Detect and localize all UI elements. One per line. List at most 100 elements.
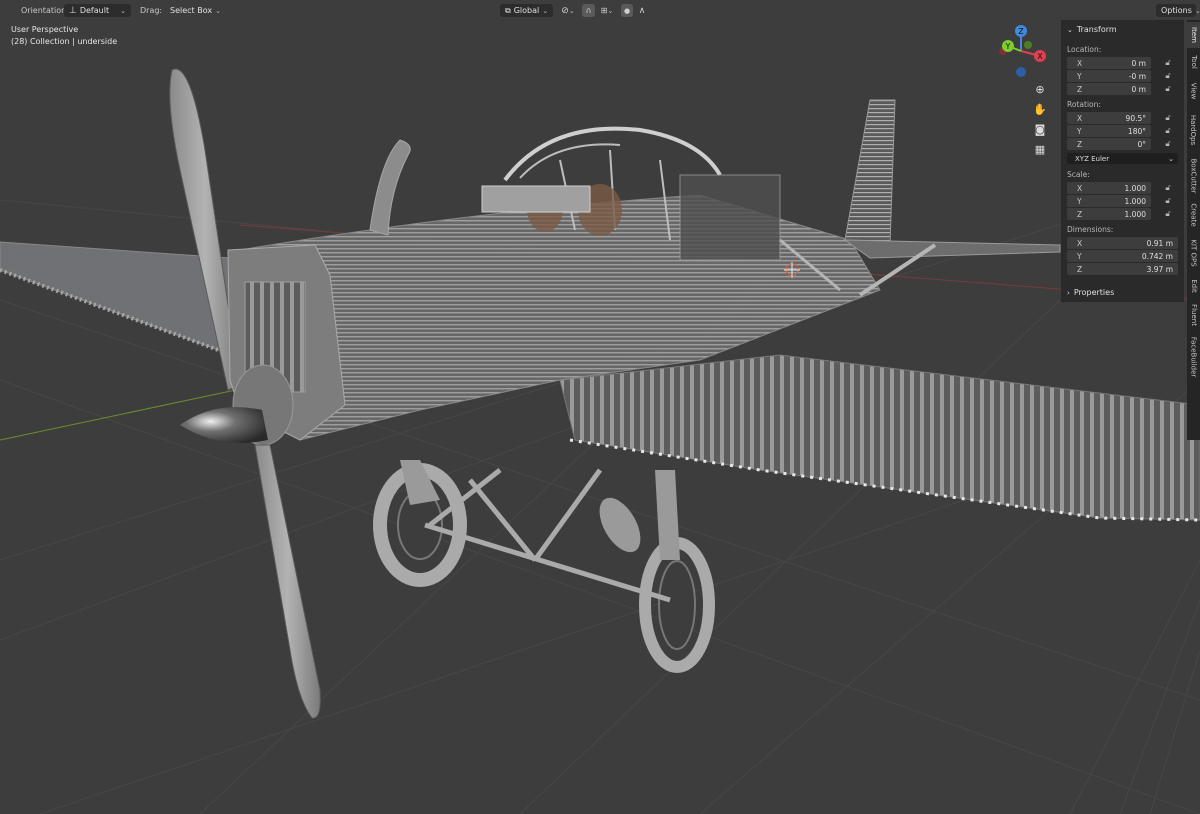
location-z-field[interactable]: Z 0 m — [1067, 83, 1151, 95]
lock-icon[interactable]: 🔓︎ — [1163, 84, 1173, 94]
proportional-editing-toggle[interactable]: ● — [621, 4, 633, 17]
tab-fluent[interactable]: Fluent — [1187, 300, 1200, 330]
tab-view[interactable]: View — [1187, 78, 1200, 104]
chevron-down-icon: ⌄ — [1168, 154, 1174, 163]
view-name-text: User Perspective — [11, 25, 79, 34]
navigation-gizmo[interactable]: Z X Y — [994, 24, 1050, 84]
dimensions-z-value: 3.97 m — [1146, 264, 1173, 274]
chevron-down-icon: ⌄ — [215, 6, 221, 15]
shock-absorber — [599, 497, 641, 553]
camera-icon: ◙ — [1034, 122, 1046, 136]
zoom-magnifier-icon: ⊕ — [1035, 82, 1045, 96]
propeller-blade-lower — [254, 444, 321, 719]
axis-label: Y — [1077, 71, 1082, 81]
rotation-y-field[interactable]: Y 180° — [1067, 125, 1151, 137]
tab-label: Tool — [1189, 55, 1198, 69]
tab-label: HardOps — [1189, 114, 1198, 146]
gizmo-x-label: X — [1037, 52, 1043, 61]
windshield — [481, 185, 591, 213]
dimensions-z-field[interactable]: Z 3.97 m — [1067, 263, 1178, 275]
camera-view-button[interactable]: ◙ — [1031, 121, 1049, 137]
orientation-value: Default — [79, 6, 110, 15]
3d-viewport[interactable]: Orientation: ⊥ Default ⌄ Drag: Select Bo… — [0, 0, 1200, 814]
magnet-icon: ∩ — [585, 6, 592, 15]
snap-toggle[interactable]: ∩ — [582, 4, 595, 17]
rotation-z-field[interactable]: Z 0° — [1067, 138, 1151, 150]
chevron-down-icon: ⌄ — [607, 6, 614, 15]
tab-label: View — [1189, 82, 1198, 100]
transform-orientation-dropdown[interactable]: ⧉ Global ⌄ — [500, 4, 553, 17]
proportional-edit-icon: ● — [623, 6, 631, 15]
properties-panel-header[interactable]: › Properties — [1067, 288, 1114, 297]
tail-fin — [844, 99, 896, 246]
axis-label: Y — [1077, 251, 1082, 261]
tab-tool[interactable]: Tool — [1187, 50, 1200, 74]
ortho-toggle-button[interactable]: ▦ — [1031, 141, 1049, 157]
snap-target-button[interactable]: ⊞ ⌄ — [597, 4, 617, 17]
gizmo-y-label: Y — [1005, 42, 1011, 51]
tab-item[interactable]: Item — [1187, 22, 1200, 48]
location-z-value: 0 m — [1131, 84, 1146, 94]
orientation-dropdown[interactable]: ⊥ Default ⌄ — [64, 4, 131, 17]
axis-label: X — [1077, 183, 1083, 193]
scale-y-field[interactable]: Y 1.000 — [1067, 195, 1151, 207]
falloff-curve-icon: ∧ — [638, 5, 646, 16]
drag-value: Select Box — [170, 6, 213, 15]
lock-icon[interactable]: 🔓︎ — [1163, 196, 1173, 206]
tab-boxcutter[interactable]: BoxCutter — [1187, 156, 1200, 196]
dimensions-y-field[interactable]: Y 0.742 m — [1067, 250, 1178, 262]
location-y-value: -0 m — [1128, 71, 1146, 81]
sidebar-tabs: Item Tool View HardOps BoxCutter Create … — [1187, 20, 1200, 440]
tab-create[interactable]: Create — [1187, 200, 1200, 230]
rotation-mode-dropdown[interactable]: XYZ Euler ⌄ — [1067, 153, 1178, 164]
options-label: Options — [1161, 6, 1192, 15]
axis-label: X — [1077, 113, 1083, 123]
tab-label: BoxCutter — [1189, 158, 1198, 194]
location-x-field[interactable]: X 0 m — [1067, 57, 1151, 69]
location-y-field[interactable]: Y -0 m — [1067, 70, 1151, 82]
hand-icon: ✋ — [1033, 102, 1047, 116]
drag-label: Drag: — [140, 6, 163, 15]
scale-z-field[interactable]: Z 1.000 — [1067, 208, 1151, 220]
tab-label: FaceBuilder — [1189, 336, 1198, 378]
zoom-button[interactable]: ⊕ — [1031, 81, 1049, 97]
tab-hardops[interactable]: HardOps — [1187, 108, 1200, 152]
chevron-down-icon: ⌄ — [1067, 25, 1073, 34]
propeller-spinner — [180, 407, 268, 443]
options-dropdown[interactable]: Options ⌄ — [1156, 4, 1200, 17]
scale-x-field[interactable]: X 1.000 — [1067, 182, 1151, 194]
airplane-model-render[interactable] — [0, 0, 1200, 814]
tab-label: Item — [1189, 27, 1198, 43]
orientation-label: Orientation: — [21, 6, 69, 15]
pan-button[interactable]: ✋ — [1031, 101, 1049, 117]
transform-panel-header[interactable]: ⌄ Transform — [1067, 25, 1117, 34]
tab-edit[interactable]: Edit — [1187, 276, 1200, 296]
tab-kit-ops[interactable]: KIT OPS — [1187, 234, 1200, 272]
scale-y-value: 1.000 — [1124, 196, 1146, 206]
drag-dropdown[interactable]: Select Box ⌄ — [165, 4, 226, 17]
cabin-windows — [679, 174, 781, 261]
grid-icon: ▦ — [1034, 142, 1046, 156]
lock-icon[interactable]: 🔓︎ — [1163, 71, 1173, 81]
chevron-down-icon: ⌄ — [568, 6, 575, 15]
rotation-mode-value: XYZ Euler — [1075, 154, 1110, 163]
falloff-button[interactable]: ∧ — [635, 4, 649, 17]
lock-icon[interactable]: 🔓︎ — [1163, 126, 1173, 136]
dimensions-y-value: 0.742 m — [1141, 251, 1173, 261]
tab-label: Create — [1189, 203, 1198, 227]
lock-icon[interactable]: 🔓︎ — [1163, 139, 1173, 149]
lock-icon[interactable]: 🔓︎ — [1163, 58, 1173, 68]
tab-facebuilder[interactable]: FaceBuilder — [1187, 334, 1200, 380]
lock-icon[interactable]: 🔓︎ — [1163, 113, 1173, 123]
rotation-label: Rotation: — [1067, 100, 1101, 109]
lock-icon[interactable]: 🔓︎ — [1163, 209, 1173, 219]
chevron-down-icon: ⌄ — [120, 6, 126, 15]
chevron-right-icon: › — [1067, 288, 1070, 297]
axis-label: X — [1077, 238, 1083, 248]
pivot-point-button[interactable]: ⊘ ⌄ — [558, 4, 578, 17]
location-x-value: 0 m — [1131, 58, 1146, 68]
dimensions-x-field[interactable]: X 0.91 m — [1067, 237, 1178, 249]
lock-icon[interactable]: 🔓︎ — [1163, 183, 1173, 193]
rotation-x-field[interactable]: X 90.5° — [1067, 112, 1151, 124]
pivot-icon: ⊘ — [561, 5, 569, 16]
